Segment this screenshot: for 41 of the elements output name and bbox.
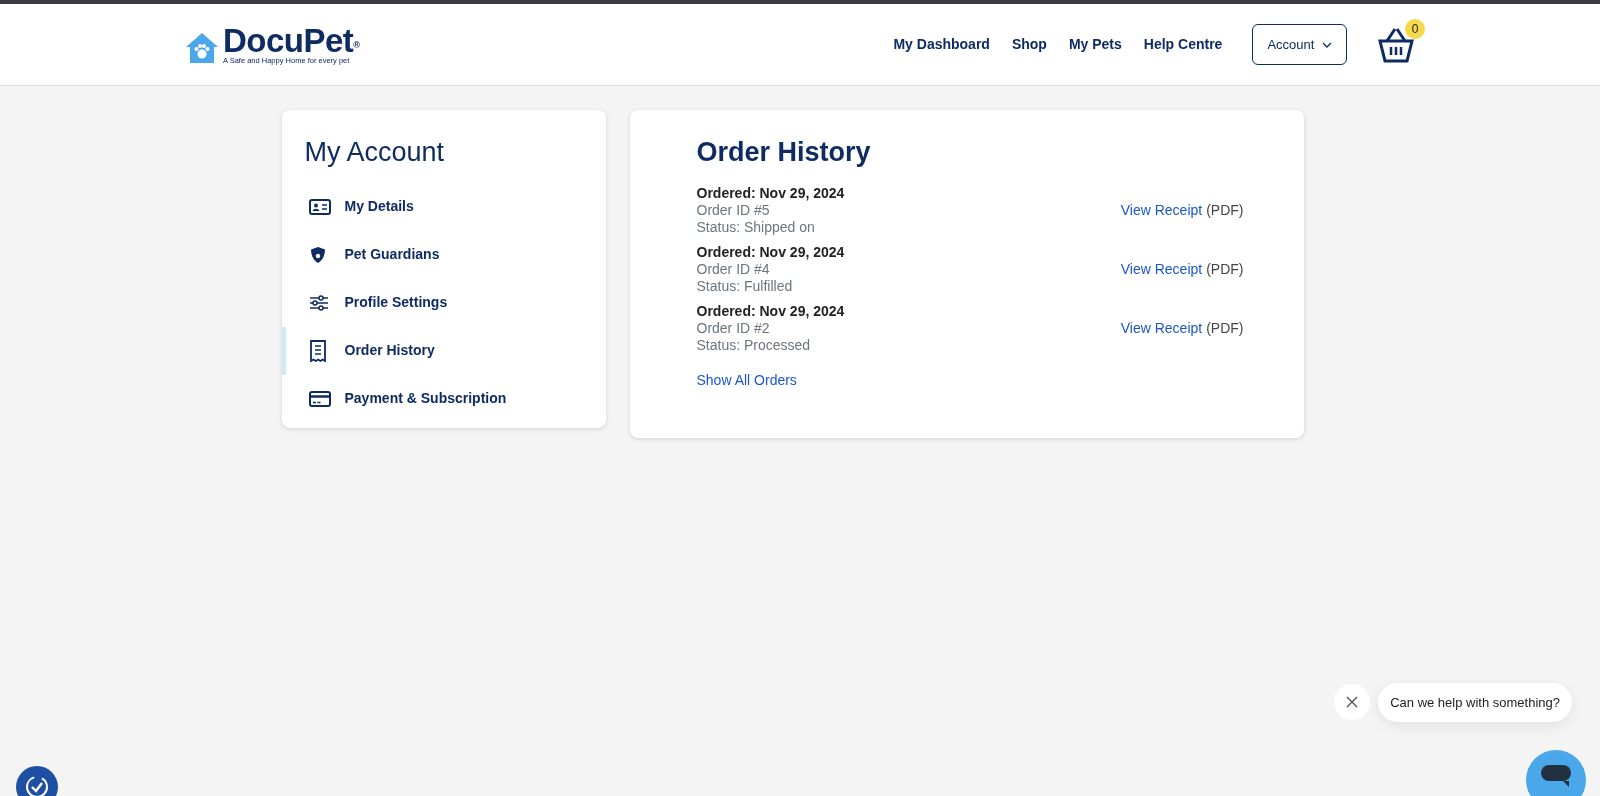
nav-link[interactable]: My Dashboard xyxy=(893,34,990,55)
order-status: Status: Shipped on xyxy=(696,218,816,236)
shield-icon xyxy=(308,245,327,264)
nav-link[interactable]: Help Centre xyxy=(1143,34,1223,55)
cart-count-badge: 0 xyxy=(1405,18,1425,39)
sidebar-item[interactable]: Payment & Subscription xyxy=(281,374,606,423)
sidebar-item[interactable]: Pet Guardians xyxy=(281,230,606,279)
sidebar-title: My Account xyxy=(303,136,446,169)
order-status: Status: Fulfilled xyxy=(696,277,794,295)
house-paw-icon xyxy=(185,30,219,65)
view-receipt-link[interactable]: View Receipt xyxy=(1120,260,1203,278)
file-format-label: (PDF) xyxy=(1206,201,1244,219)
order-date: Ordered: Nov 29, 2024 xyxy=(696,184,845,202)
id-card-icon xyxy=(308,198,331,215)
nav-link[interactable]: My Pets xyxy=(1068,34,1122,55)
chat-prompt: Can we help with something? xyxy=(1378,682,1572,722)
order-date: Ordered: Nov 29, 2024 xyxy=(696,243,845,261)
order-id: Order ID #5 xyxy=(696,201,771,219)
order-id: Order ID #4 xyxy=(696,260,771,278)
accessibility-button[interactable] xyxy=(16,766,58,796)
file-format-label: (PDF) xyxy=(1206,260,1244,278)
show-all-orders-link[interactable]: Show All Orders xyxy=(696,369,797,391)
nav-link[interactable]: Shop xyxy=(1011,34,1047,55)
order-date: Ordered: Nov 29, 2024 xyxy=(696,302,845,320)
account-dropdown[interactable]: Account xyxy=(1252,23,1347,66)
receipt-icon xyxy=(308,339,327,362)
close-icon xyxy=(1346,696,1359,709)
sidebar-item[interactable]: Order History xyxy=(281,326,606,375)
credit-card-icon xyxy=(308,390,331,407)
order-id: Order ID #2 xyxy=(696,319,771,337)
file-format-label: (PDF) xyxy=(1206,319,1244,337)
sidebar-item[interactable]: My Details xyxy=(281,182,606,231)
view-receipt-link[interactable]: View Receipt xyxy=(1120,201,1203,219)
orders-title: Order History xyxy=(696,136,872,169)
chat-button[interactable] xyxy=(1526,750,1586,796)
logo-wordmark: DocuPet$^{®}$ xyxy=(223,24,360,58)
caret-icon xyxy=(1322,42,1332,49)
sliders-icon xyxy=(308,294,329,311)
sidebar-item[interactable]: Profile Settings xyxy=(281,278,606,327)
view-receipt-link[interactable]: View Receipt xyxy=(1120,319,1203,337)
order-status: Status: Processed xyxy=(696,336,812,354)
